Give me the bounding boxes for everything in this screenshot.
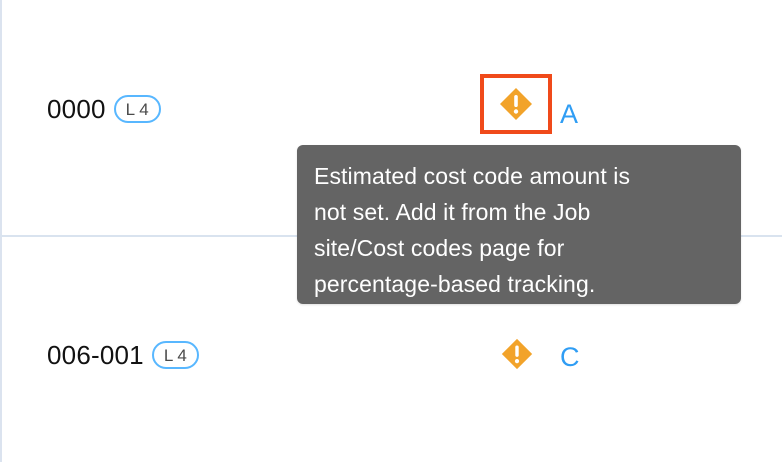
warning-diamond-icon bbox=[501, 338, 533, 370]
warning-tooltip: Estimated cost code amount is not set. A… bbox=[297, 145, 741, 304]
cost-code-status-page: 0000 L 4 A 006-001 L 4 C Estimated cost … bbox=[0, 0, 782, 462]
cost-code-cell: 006-001 L 4 bbox=[47, 338, 199, 372]
tooltip-line: percentage-based tracking. bbox=[314, 271, 596, 297]
cost-code-cell: 0000 L 4 bbox=[47, 92, 161, 126]
highlighted-warning-button[interactable] bbox=[480, 74, 552, 134]
tooltip-line: not set. Add it from the Job bbox=[314, 199, 591, 225]
status-text: A bbox=[560, 99, 579, 129]
warning-button[interactable] bbox=[499, 336, 535, 372]
status-text: C bbox=[560, 342, 580, 372]
tooltip-line: site/Cost codes page for bbox=[314, 235, 565, 261]
level-badge: L 4 bbox=[113, 95, 161, 123]
tooltip-line: Estimated cost code amount is bbox=[314, 163, 631, 189]
warning-diamond-icon bbox=[500, 88, 532, 120]
level-badge: L 4 bbox=[151, 341, 199, 369]
cost-code-text: 0000 bbox=[47, 94, 106, 124]
cost-code-text: 006-001 bbox=[47, 340, 144, 370]
